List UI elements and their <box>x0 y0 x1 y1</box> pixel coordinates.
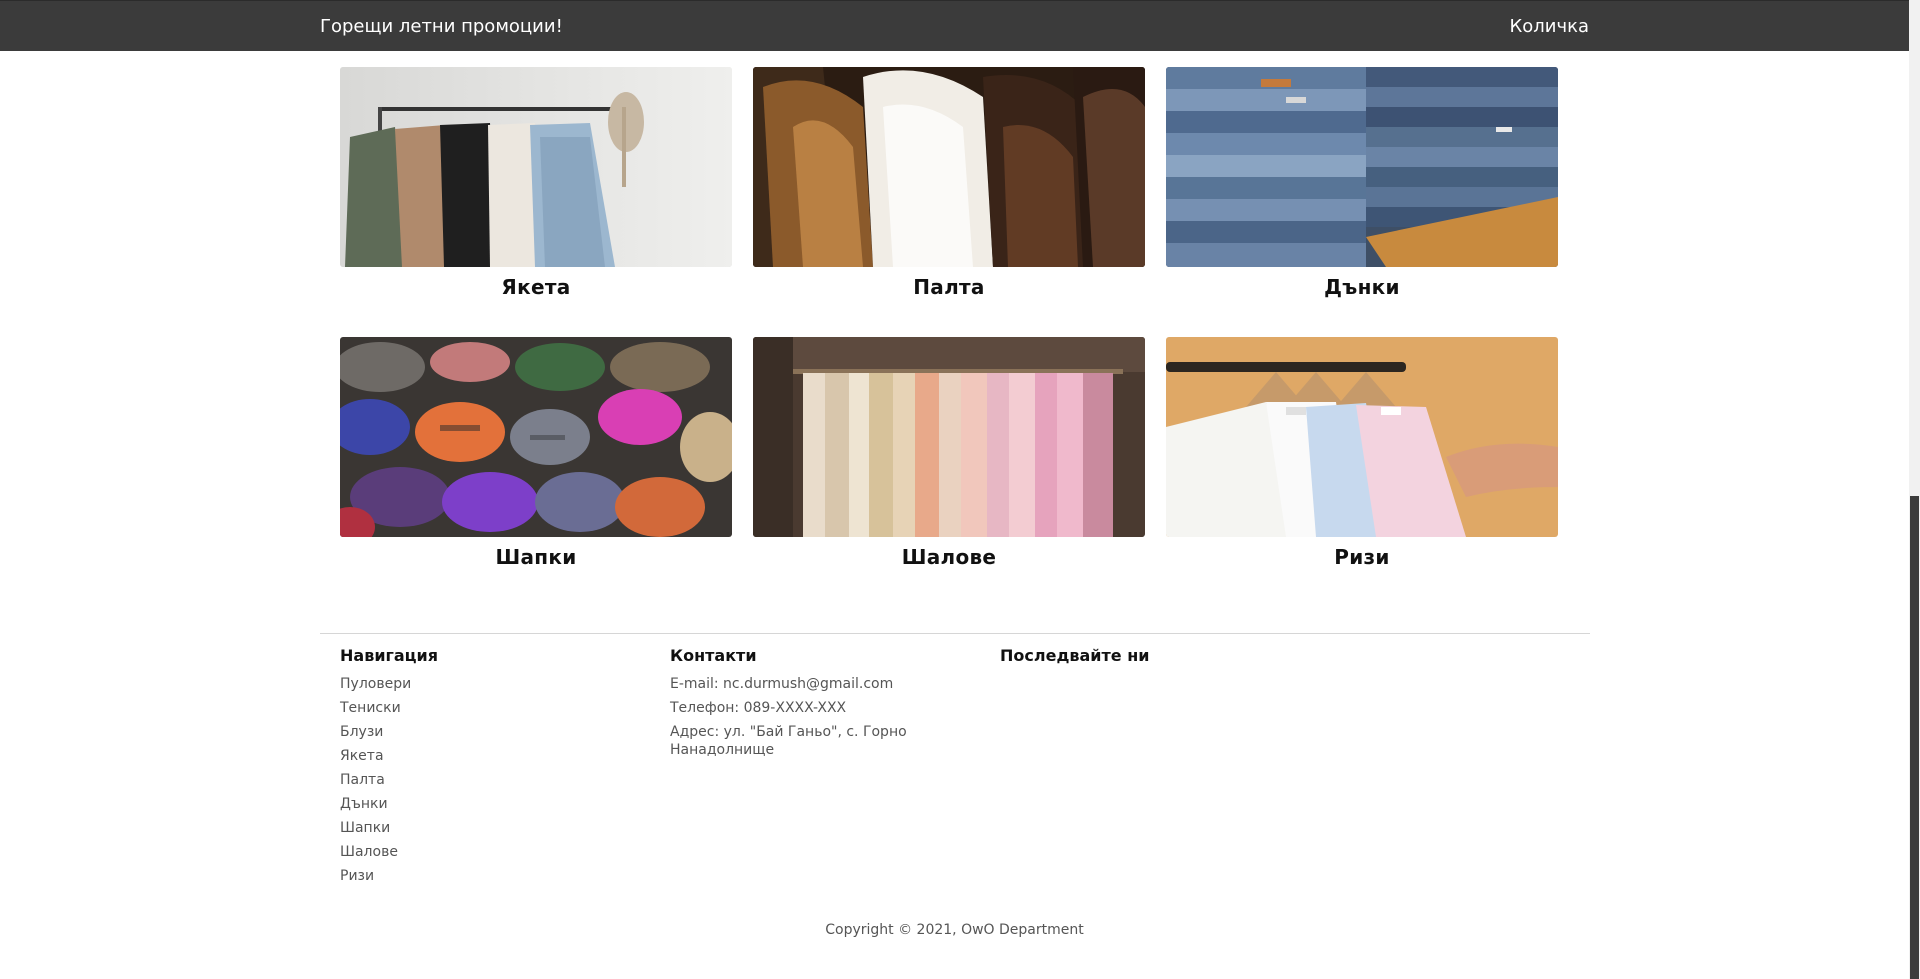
footer-nav-item[interactable]: Якета <box>340 747 438 765</box>
top-navbar: Горещи летни промоции! Количка <box>0 0 1909 51</box>
footer-navigation-column: Навигация Пуловери Тениски Блузи Якета П… <box>340 646 438 891</box>
copyright-text: Copyright © 2021, OwO Department <box>825 922 1084 938</box>
footer-nav-item[interactable]: Тениски <box>340 699 438 717</box>
footer-nav-link[interactable]: Дънки <box>340 796 388 812</box>
footer-nav-link[interactable]: Шалове <box>340 844 398 860</box>
category-card-scarves[interactable]: Шалове <box>753 337 1145 569</box>
footer-nav-item[interactable]: Палта <box>340 771 438 789</box>
footer-nav-link[interactable]: Палта <box>340 772 385 788</box>
contact-email: E-mail: nc.durmush@gmail.com <box>670 676 894 692</box>
category-label: Палта <box>913 275 985 299</box>
category-label: Ризи <box>1334 545 1390 569</box>
footer-navigation-title: Навигация <box>340 646 439 665</box>
category-card-jackets[interactable]: Якета <box>340 67 732 299</box>
jackets-image[interactable] <box>340 67 732 267</box>
cart-link[interactable]: Количка <box>1509 16 1589 37</box>
category-label: Шалове <box>901 545 997 569</box>
footer-nav-link[interactable]: Блузи <box>340 724 383 740</box>
footer-navigation-list: Пуловери Тениски Блузи Якета Палта Дънки… <box>340 675 438 885</box>
page-scrollbar[interactable] <box>1909 0 1920 979</box>
footer-nav-link[interactable]: Тениски <box>340 700 401 716</box>
page: Горещи летни промоции! Количка Якета Пал… <box>0 0 1920 979</box>
footer-nav-item[interactable]: Блузи <box>340 723 438 741</box>
contact-address: Адрес: ул. "Бай Ганьо", с. Горно Нанадол… <box>670 724 907 758</box>
hats-image[interactable] <box>340 337 732 537</box>
footer-nav-link[interactable]: Шапки <box>340 820 390 836</box>
coats-image[interactable] <box>753 67 1145 267</box>
footer-nav-link[interactable]: Пуловери <box>340 676 411 692</box>
footer-contacts-list: E-mail: nc.durmush@gmail.com Телефон: 08… <box>670 675 930 759</box>
category-card-coats[interactable]: Палта <box>753 67 1145 299</box>
category-label: Якета <box>501 275 571 299</box>
footer-nav-link[interactable]: Ризи <box>340 868 374 884</box>
jeans-image[interactable] <box>1166 67 1558 267</box>
footer-follow-column: Последвайте ни <box>1000 646 1149 675</box>
footer-contacts-title: Контакти <box>670 646 757 665</box>
summer-promotions-link[interactable]: Горещи летни промоции! <box>320 16 563 37</box>
category-card-hats[interactable]: Шапки <box>340 337 732 569</box>
footer-nav-item[interactable]: Пуловери <box>340 675 438 693</box>
category-label: Шапки <box>495 545 577 569</box>
footer-contacts-column: Контакти E-mail: nc.durmush@gmail.com Те… <box>670 646 930 765</box>
footer-follow-title: Последвайте ни <box>1000 646 1150 665</box>
category-card-shirts[interactable]: Ризи <box>1166 337 1558 569</box>
footer-nav-item[interactable]: Ризи <box>340 867 438 885</box>
footer-nav-item[interactable]: Шапки <box>340 819 438 837</box>
scarves-image[interactable] <box>753 337 1145 537</box>
category-card-jeans[interactable]: Дънки <box>1166 67 1558 299</box>
footer-nav-link[interactable]: Якета <box>340 748 384 764</box>
shirts-image[interactable] <box>1166 337 1558 537</box>
contact-phone: Телефон: 089-XXXX-XXX <box>670 700 847 716</box>
footer-nav-item[interactable]: Шалове <box>340 843 438 861</box>
category-label: Дънки <box>1324 275 1400 299</box>
footer-nav-item[interactable]: Дънки <box>340 795 438 813</box>
footer-divider <box>320 633 1590 634</box>
scrollbar-thumb[interactable] <box>1910 496 1919 979</box>
